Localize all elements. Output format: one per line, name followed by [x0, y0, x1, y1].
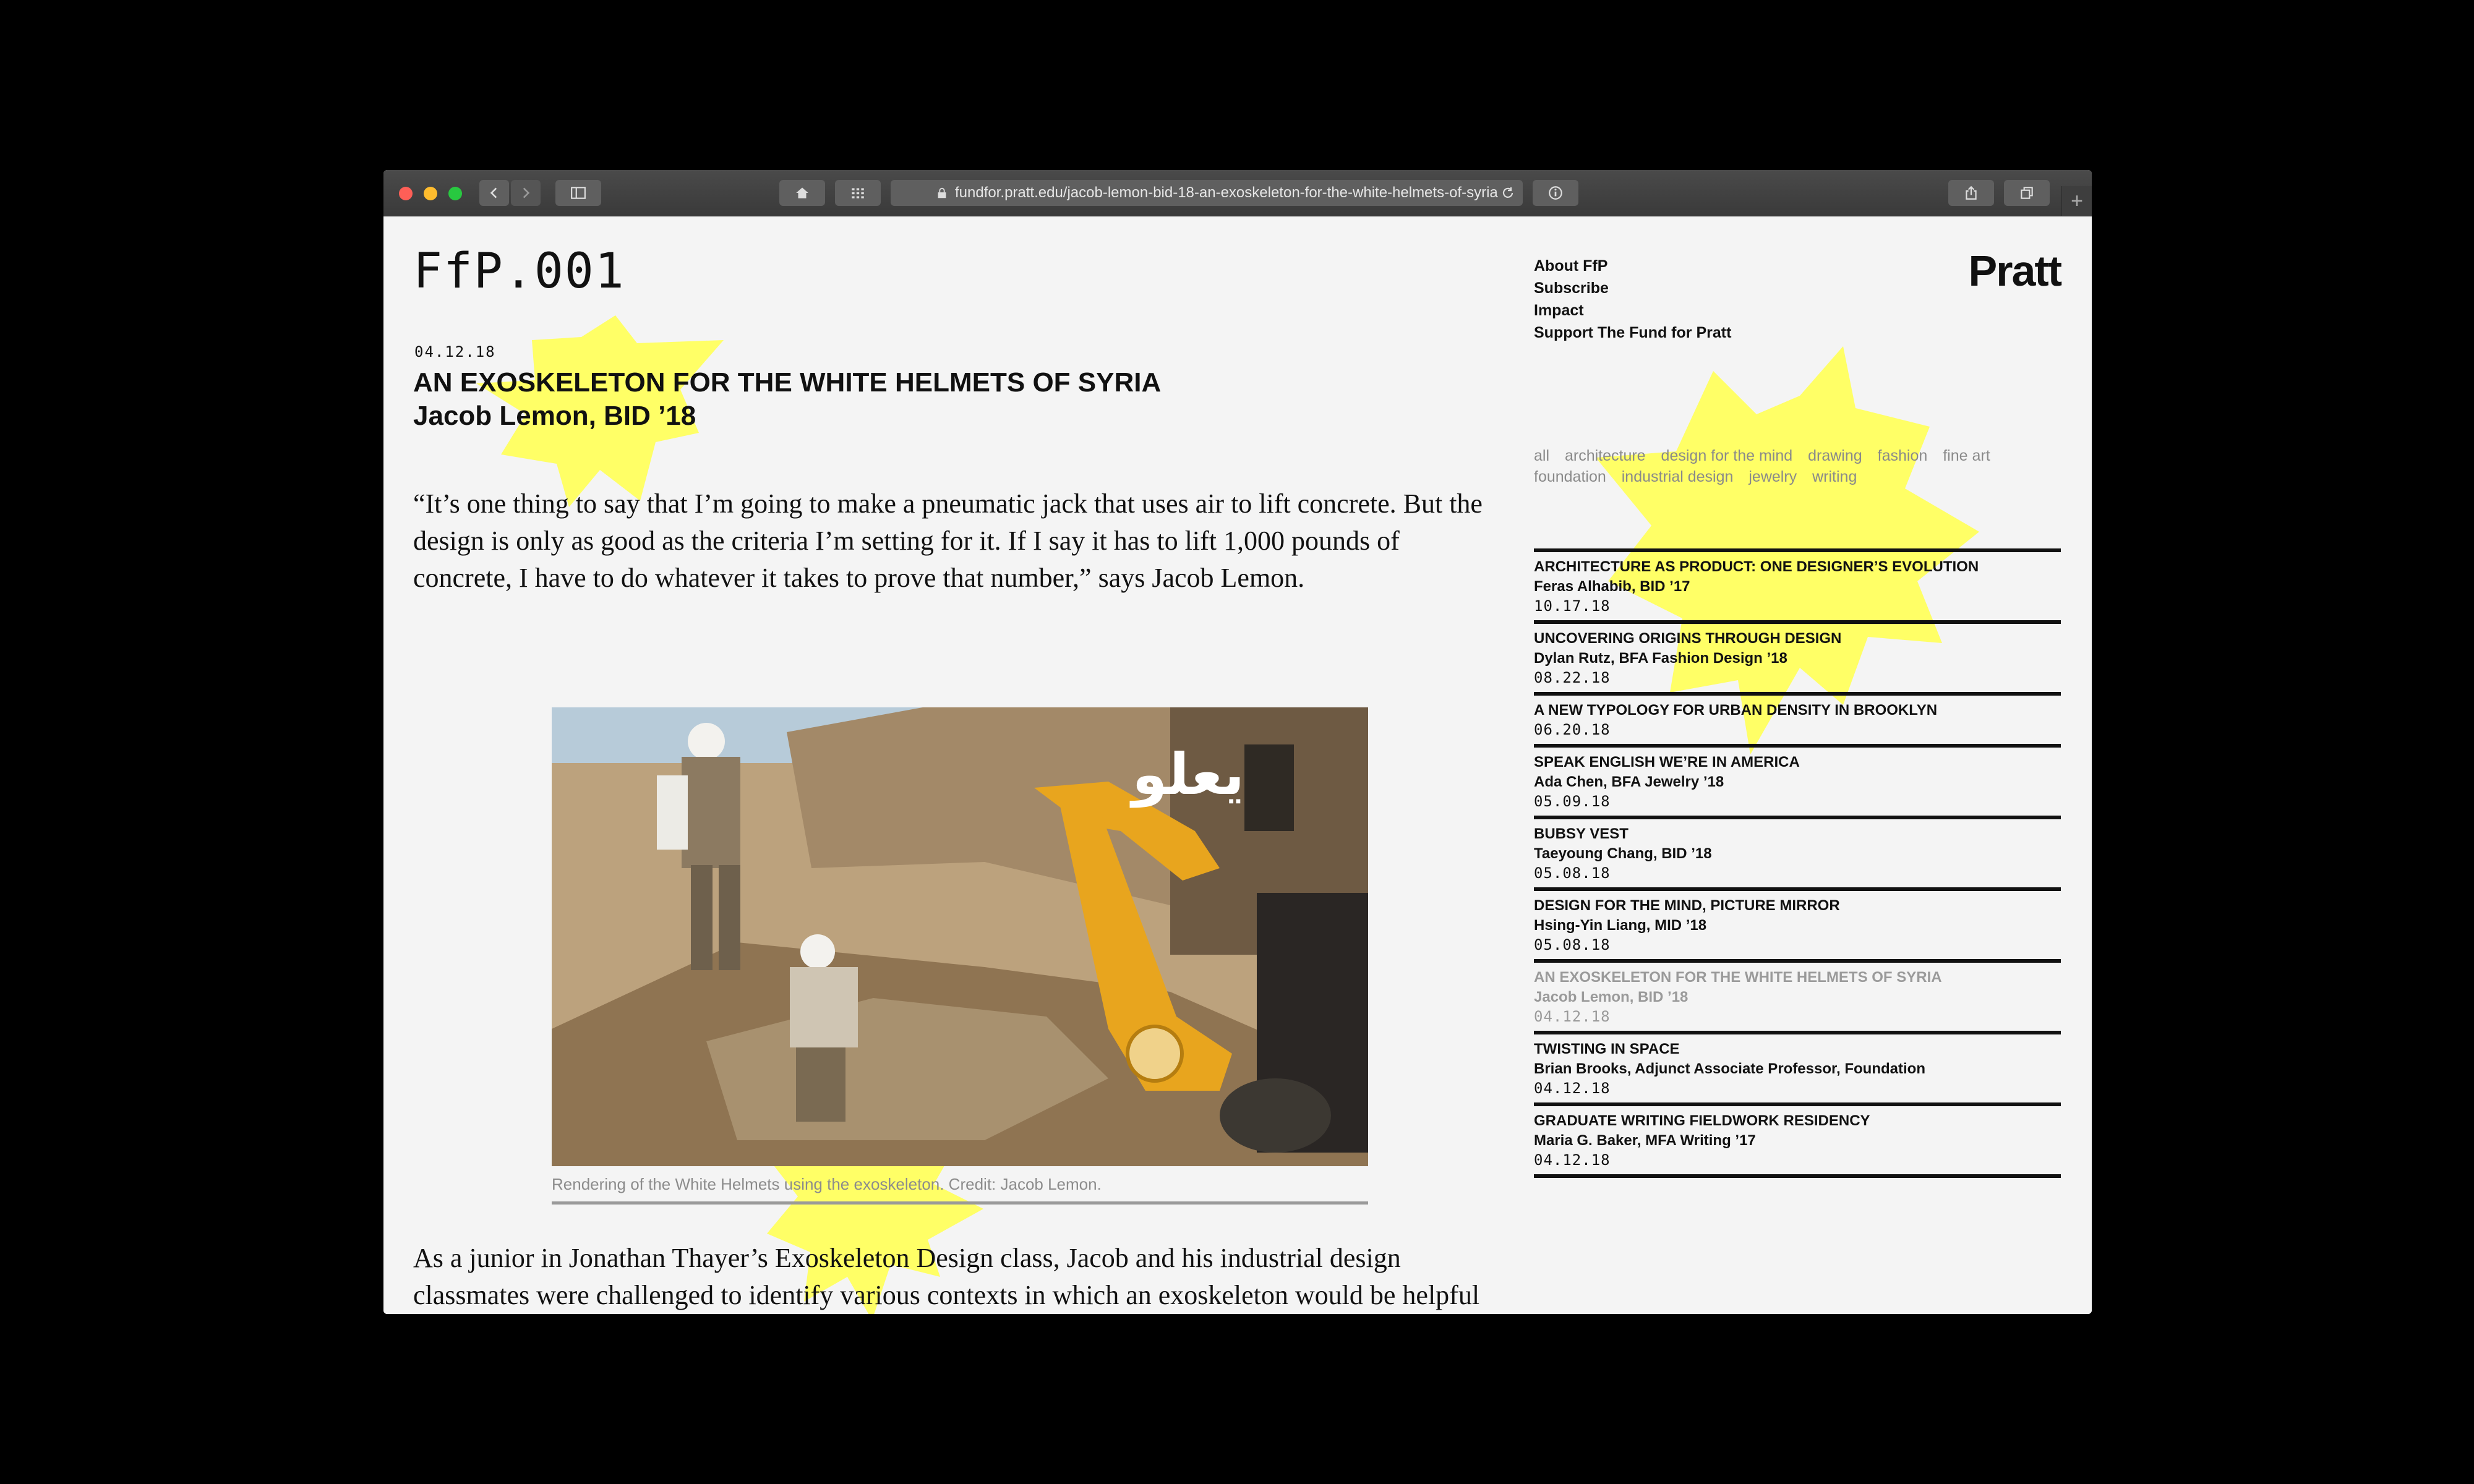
- story-title: TWISTING IN SPACE: [1534, 1041, 1680, 1057]
- story-title: A NEW TYPOLOGY FOR URBAN DENSITY IN BROO…: [1534, 702, 1938, 719]
- back-button[interactable]: [479, 180, 509, 206]
- story-list-end-rule: [1534, 1174, 2061, 1178]
- story-item[interactable]: SPEAK ENGLISH WE’RE IN AMERICA Ada Chen,…: [1534, 744, 2061, 816]
- filter-fashion[interactable]: fashion: [1878, 447, 1928, 464]
- nav-support[interactable]: Support The Fund for Pratt: [1534, 322, 1731, 344]
- filter-jewelry[interactable]: jewelry: [1748, 468, 1797, 485]
- tabs-icon: [2021, 187, 2033, 199]
- white-helmets-photo: يعلو: [552, 707, 1368, 1166]
- share-icon: [1966, 186, 1977, 200]
- info-button[interactable]: [1533, 180, 1578, 206]
- grid-icon: [852, 188, 864, 198]
- pratt-logo[interactable]: Pratt: [1969, 246, 2062, 296]
- minimize-window-button[interactable]: [424, 187, 437, 200]
- story-title: GRADUATE WRITING FIELDWORK RESIDENCY: [1534, 1112, 1870, 1129]
- story-date: 05.08.18: [1534, 864, 1611, 882]
- story-date: 06.20.18: [1534, 721, 1611, 738]
- story-item[interactable]: BUBSY VEST Taeyoung Chang, BID ’18 05.08…: [1534, 816, 2061, 887]
- article-image: يعلو: [552, 707, 1368, 1166]
- story-author: Dylan Rutz, BFA Fashion Design ’18: [1534, 650, 1787, 667]
- lock-icon: [938, 187, 946, 198]
- filter-fine-art[interactable]: fine art: [1943, 447, 1990, 464]
- story-author: Ada Chen, BFA Jewelry ’18: [1534, 774, 1724, 790]
- story-author: Feras Alhabib, BID ’17: [1534, 578, 1690, 595]
- site-logo[interactable]: FfP.001: [413, 247, 625, 296]
- story-title: UNCOVERING ORIGINS THROUGH DESIGN: [1534, 630, 1842, 647]
- filter-all[interactable]: all: [1534, 447, 1549, 464]
- story-date: 05.08.18: [1534, 936, 1611, 953]
- home-icon: [796, 187, 808, 198]
- story-author: Brian Brooks, Adjunct Associate Professo…: [1534, 1060, 1925, 1077]
- new-tab-button[interactable]: +: [2061, 186, 2092, 216]
- filter-foundation[interactable]: foundation: [1534, 468, 1606, 485]
- story-date: 04.12.18: [1534, 1008, 1611, 1025]
- reload-icon[interactable]: [1500, 186, 1515, 200]
- story-item[interactable]: ARCHITECTURE AS PRODUCT: ONE DESIGNER’S …: [1534, 548, 2061, 620]
- address-bar[interactable]: fundfor.pratt.edu/jacob-lemon-bid-18-an-…: [891, 180, 1523, 206]
- site-nav: About FfP Subscribe Impact Support The F…: [1534, 255, 1731, 344]
- story-title: ARCHITECTURE AS PRODUCT: ONE DESIGNER’S …: [1534, 558, 1979, 575]
- story-item-current[interactable]: AN EXOSKELETON FOR THE WHITE HELMETS OF …: [1534, 959, 2061, 1031]
- story-item[interactable]: A NEW TYPOLOGY FOR URBAN DENSITY IN BROO…: [1534, 692, 2061, 744]
- nav-subscribe[interactable]: Subscribe: [1534, 277, 1731, 299]
- page-content: FfP.001 04.12.18 AN EXOSKELETON FOR THE …: [383, 216, 2092, 1314]
- filter-industrial-design[interactable]: industrial design: [1622, 468, 1734, 485]
- browser-window: fundfor.pratt.edu/jacob-lemon-bid-18-an-…: [383, 170, 2092, 1314]
- story-date: 10.17.18: [1534, 597, 1611, 615]
- filter-design-for-the-mind[interactable]: design for the mind: [1661, 447, 1793, 464]
- article-date: 04.12.18: [414, 343, 496, 360]
- maximize-window-button[interactable]: [448, 187, 462, 200]
- article-quote: “It’s one thing to say that I’m going to…: [413, 488, 1483, 593]
- share-button[interactable]: [1948, 180, 1994, 206]
- story-author: Taeyoung Chang, BID ’18: [1534, 845, 1712, 862]
- nav-impact[interactable]: Impact: [1534, 299, 1731, 322]
- story-title: BUBSY VEST: [1534, 825, 1629, 842]
- image-caption: Rendering of the White Helmets using the…: [552, 1175, 1368, 1205]
- article-paragraph: As a junior in Jonathan Thayer’s Exoskel…: [413, 1243, 1480, 1310]
- forward-button[interactable]: [511, 180, 541, 206]
- story-date: 05.09.18: [1534, 793, 1611, 810]
- chevron-left-icon: [490, 187, 497, 198]
- url-text: fundfor.pratt.edu/jacob-lemon-bid-18-an-…: [955, 184, 1498, 201]
- story-date: 08.22.18: [1534, 669, 1611, 686]
- story-title: AN EXOSKELETON FOR THE WHITE HELMETS OF …: [1534, 969, 1942, 986]
- story-title: DESIGN FOR THE MIND, PICTURE MIRROR: [1534, 897, 1840, 914]
- tabs-overview-button[interactable]: [2004, 180, 2050, 206]
- article-title: AN EXOSKELETON FOR THE WHITE HELMETS OF …: [413, 367, 1162, 398]
- favorites-grid-button[interactable]: [835, 180, 881, 206]
- filter-drawing[interactable]: drawing: [1808, 447, 1862, 464]
- story-item[interactable]: UNCOVERING ORIGINS THROUGH DESIGN Dylan …: [1534, 620, 2061, 692]
- story-item[interactable]: TWISTING IN SPACE Brian Brooks, Adjunct …: [1534, 1031, 2061, 1102]
- home-button[interactable]: [779, 180, 825, 206]
- filter-writing[interactable]: writing: [1812, 468, 1857, 485]
- story-item[interactable]: DESIGN FOR THE MIND, PICTURE MIRROR Hsin…: [1534, 887, 2061, 959]
- story-item[interactable]: GRADUATE WRITING FIELDWORK RESIDENCY Mar…: [1534, 1102, 2061, 1174]
- category-filters: all architecture design for the mind dra…: [1534, 445, 2060, 487]
- info-icon: [1549, 186, 1562, 200]
- sidebar-toggle-button[interactable]: [555, 180, 601, 206]
- image-overlay-text: يعلو: [1129, 741, 1244, 808]
- story-title: SPEAK ENGLISH WE’RE IN AMERICA: [1534, 754, 1800, 770]
- nav-about[interactable]: About FfP: [1534, 255, 1731, 277]
- story-author: Maria G. Baker, MFA Writing ’17: [1534, 1132, 1756, 1149]
- filter-architecture[interactable]: architecture: [1565, 447, 1646, 464]
- story-list: ARCHITECTURE AS PRODUCT: ONE DESIGNER’S …: [1534, 548, 2061, 1178]
- browser-toolbar: fundfor.pratt.edu/jacob-lemon-bid-18-an-…: [383, 170, 2092, 216]
- close-window-button[interactable]: [399, 187, 413, 200]
- story-date: 04.12.18: [1534, 1080, 1611, 1097]
- chevron-right-icon: [523, 187, 530, 198]
- story-author: Hsing-Yin Liang, MID ’18: [1534, 917, 1707, 934]
- story-date: 04.12.18: [1534, 1151, 1611, 1169]
- sidebar-icon: [571, 187, 586, 199]
- story-author: Jacob Lemon, BID ’18: [1534, 989, 1689, 1005]
- article-byline: Jacob Lemon, BID ’18: [413, 401, 696, 431]
